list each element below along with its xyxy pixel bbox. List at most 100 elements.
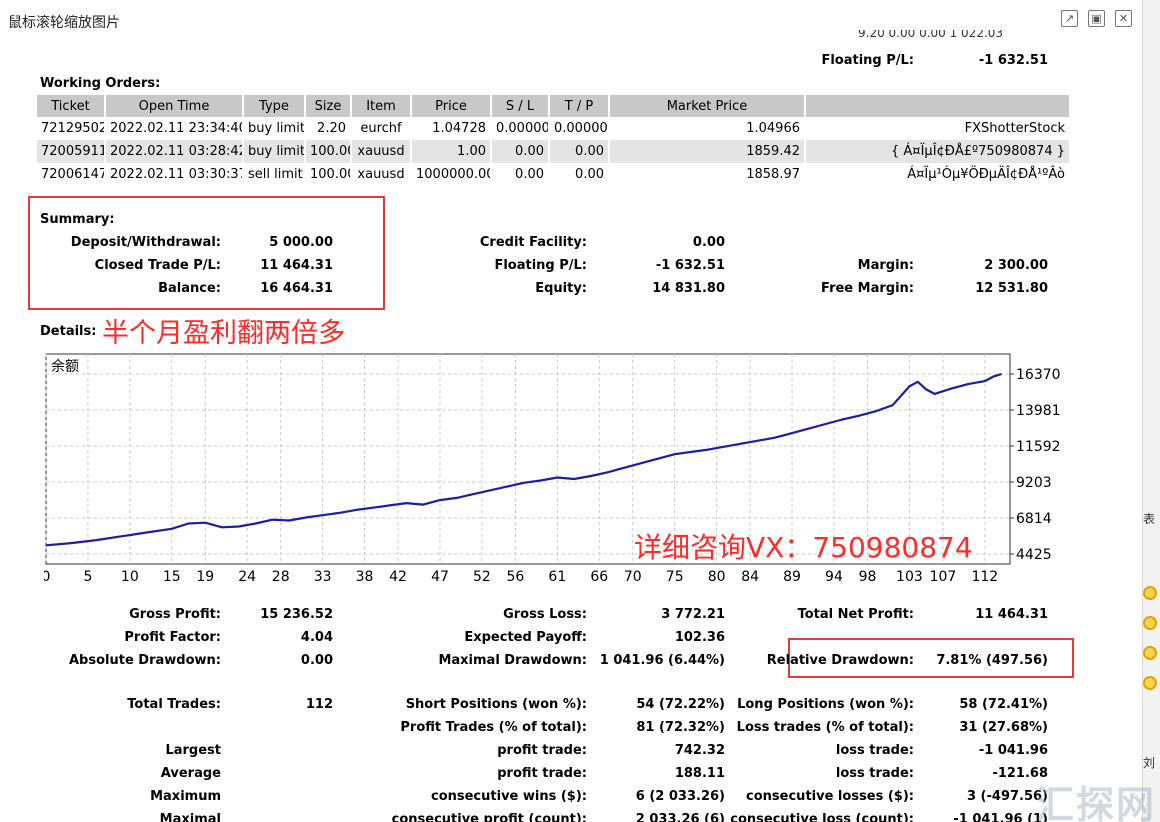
cons-loss-label: consecutive loss (count): <box>730 812 914 822</box>
largest-label: Largest <box>165 743 221 758</box>
details-title: Details: <box>40 324 97 339</box>
long-positions-value: 58 (72.41%) <box>959 697 1048 712</box>
loss-trades-value: 31 (27.68%) <box>959 720 1048 735</box>
emoji-icon <box>1143 646 1157 660</box>
cell-item: xauusd <box>351 140 412 163</box>
edge-text: 刘 <box>1143 756 1156 770</box>
cell-price: 1.00 <box>411 140 492 163</box>
cell-sl: 0.00 <box>491 163 550 186</box>
cell-open-time: 2022.02.11 23:34:40 <box>105 117 244 140</box>
cell-comment: Á¤Ïµ¹Òµ¥ÖÐµÄÎ¢ÐÅ¹ºÂò <box>805 163 1071 186</box>
expected-payoff-value: 102.36 <box>674 630 725 645</box>
cell-item: eurchf <box>351 117 412 140</box>
col-ticket[interactable]: Ticket <box>37 95 106 117</box>
cell-type: buy limit <box>243 140 306 163</box>
equity-value: 14 831.80 <box>652 281 725 296</box>
popout-icon: ↗ <box>1064 12 1075 25</box>
col-item[interactable]: Item <box>351 95 412 117</box>
image-viewer: 鼠标滚轮缩放图片 ↗ ▣ ✕ 9.20 0.00 0.00 1 022.03 F… <box>0 0 1142 822</box>
closed-pl-label: Closed Trade P/L: <box>94 258 221 273</box>
working-orders-table: Ticket Open Time Type Size Item Price S … <box>37 95 1071 186</box>
expected-payoff-label: Expected Payoff: <box>464 630 587 645</box>
average-profit-value: 188.11 <box>674 766 725 781</box>
profit-factor-label: Profit Factor: <box>124 630 221 645</box>
cell-comment: FXShotterStock <box>805 117 1071 140</box>
summary-title: Summary: <box>40 212 115 227</box>
rel-drawdown-label: Relative Drawdown: <box>766 653 914 668</box>
col-market-price[interactable]: Market Price <box>609 95 806 117</box>
cell-open-time: 2022.02.11 03:30:37 <box>105 163 244 186</box>
viewer-title: 鼠标滚轮缩放图片 <box>8 15 120 31</box>
balance-value: 16 464.31 <box>260 281 333 296</box>
average-loss-label: loss trade: <box>835 766 914 781</box>
cell-ticket: 72129502 <box>37 117 106 140</box>
col-price[interactable]: Price <box>411 95 492 117</box>
cell-ticket: 72006147 <box>37 163 106 186</box>
close-icon: ✕ <box>1118 12 1129 25</box>
col-size[interactable]: Size <box>305 95 352 117</box>
cell-price: 1.04728 <box>411 117 492 140</box>
total-trades-value: 112 <box>305 697 333 712</box>
largest-loss-label: loss trade: <box>835 743 914 758</box>
credit-value: 0.00 <box>692 235 725 250</box>
cell-size: 100.00 <box>305 163 352 186</box>
x-tick-label: 84 <box>741 569 759 585</box>
cell-market-price: 1859.42 <box>609 140 806 163</box>
x-tick-label: 38 <box>356 569 374 585</box>
top-floating-label: Floating P/L: <box>821 53 914 68</box>
x-tick-label: 10 <box>121 569 139 585</box>
popout-button[interactable]: ↗ <box>1061 10 1078 27</box>
cell-item: xauusd <box>351 163 412 186</box>
x-tick-label: 52 <box>473 569 491 585</box>
chart-title: 余额 <box>51 358 79 375</box>
cons-wins-label: consecutive wins ($): <box>430 789 587 804</box>
col-comment[interactable] <box>805 95 1071 117</box>
x-tick-label: 47 <box>431 569 449 585</box>
total-net-value: 11 464.31 <box>975 607 1048 622</box>
restore-button[interactable]: ▣ <box>1088 10 1105 27</box>
emoji-icon <box>1143 676 1157 690</box>
orders-header-row: Ticket Open Time Type Size Item Price S … <box>37 95 1071 117</box>
cell-size: 2.20 <box>305 117 352 140</box>
x-tick-label: 80 <box>708 569 726 585</box>
cell-market-price: 1.04966 <box>609 117 806 140</box>
emoji-icon <box>1143 616 1157 630</box>
col-tp[interactable]: T / P <box>549 95 610 117</box>
details-annotation: 半个月盈利翻两倍多 <box>102 318 345 349</box>
deposit-value: 5 000.00 <box>269 235 333 250</box>
y-tick-label: 16370 <box>1016 367 1061 383</box>
y-tick-label: 4425 <box>1016 547 1052 563</box>
loss-trades-label: Loss trades (% of total): <box>736 720 914 735</box>
cell-open-time: 2022.02.11 03:28:42 <box>105 140 244 163</box>
cell-price: 1000000.00 <box>411 163 492 186</box>
cell-market-price: 1858.97 <box>609 163 806 186</box>
margin-value: 2 300.00 <box>984 258 1048 273</box>
x-tick-label: 5 <box>83 569 92 585</box>
x-tick-label: 75 <box>666 569 684 585</box>
cons-losses-label: consecutive losses ($): <box>746 789 914 804</box>
abs-drawdown-value: 0.00 <box>300 653 333 668</box>
col-open-time[interactable]: Open Time <box>105 95 244 117</box>
cell-tp: 0.00 <box>549 163 610 186</box>
average-profit-label: profit trade: <box>497 766 587 781</box>
profit-trades-value: 81 (72.32%) <box>636 720 725 735</box>
col-type[interactable]: Type <box>243 95 306 117</box>
x-tick-label: 70 <box>624 569 642 585</box>
rel-drawdown-value: 7.81% (497.56) <box>936 653 1048 668</box>
x-tick-label: 89 <box>783 569 801 585</box>
x-tick-label: 0 <box>44 569 50 585</box>
credit-label: Credit Facility: <box>479 235 587 250</box>
y-tick-label: 11592 <box>1016 439 1061 455</box>
floating-pl-value: -1 632.51 <box>655 258 725 273</box>
cell-size: 100.00 <box>305 140 352 163</box>
background-window-edge: 表 刘 <box>1142 0 1160 822</box>
col-sl[interactable]: S / L <box>491 95 550 117</box>
short-positions-label: Short Positions (won %): <box>405 697 587 712</box>
max-drawdown-value: 1 041.96 (6.44%) <box>599 653 725 668</box>
profit-trades-label: Profit Trades (% of total): <box>400 720 587 735</box>
emoji-icon <box>1143 586 1157 600</box>
x-tick-label: 61 <box>548 569 566 585</box>
x-tick-label: 98 <box>859 569 877 585</box>
watermark: 汇探网 <box>1036 783 1157 822</box>
close-button[interactable]: ✕ <box>1115 10 1132 27</box>
